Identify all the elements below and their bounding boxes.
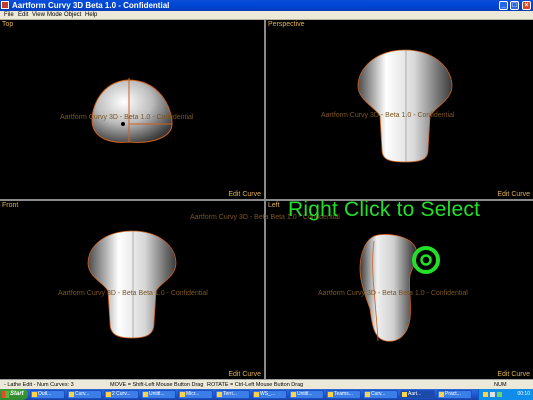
menu-bar: File Edit View Mode Object Help xyxy=(0,11,533,20)
taskbar-app-icon xyxy=(217,392,222,397)
taskbar-app-icon xyxy=(328,392,333,397)
taskbar-app-10[interactable]: Aart... xyxy=(400,390,435,399)
watermark-top: Aartform Curvy 3D - Beta 1.0 - Confident… xyxy=(60,114,194,121)
selection-target-center[interactable] xyxy=(420,254,432,266)
watermark-front: Aartform Curvy 3D - Beta Beta 1.0 - Conf… xyxy=(58,290,208,297)
viewport-left-label: Left xyxy=(268,202,280,209)
menu-help[interactable]: Help xyxy=(85,11,97,20)
taskbar-app-3[interactable]: Untitl... xyxy=(141,390,176,399)
title-bar[interactable]: Aartform Curvy 3D Beta 1.0 - Confidentia… xyxy=(0,0,533,11)
perspective-model-shape xyxy=(358,50,452,162)
taskbar-app-icon xyxy=(439,392,444,397)
top-model-shape xyxy=(92,80,172,143)
taskbar-app-icon xyxy=(402,392,407,397)
viewport-top[interactable]: Top Aartform Curvy 3D - Beta 1.0 - Confi… xyxy=(0,20,264,199)
taskbar-app-icon xyxy=(32,392,37,397)
taskbar-app-label: Micr... xyxy=(186,391,200,397)
viewport-perspective-edit-label[interactable]: Edit Curve xyxy=(497,191,530,198)
viewport-top-edit-label[interactable]: Edit Curve xyxy=(228,191,261,198)
taskbar-app-2[interactable]: 2 Curv... xyxy=(104,390,139,399)
close-button[interactable]: × xyxy=(522,1,531,10)
taskbar-app-label: Curv... xyxy=(371,391,386,397)
viewport-divider-vertical[interactable] xyxy=(264,20,266,379)
menu-view[interactable]: View xyxy=(32,11,45,20)
taskbar-app-4[interactable]: Micr... xyxy=(178,390,213,399)
viewport-perspective[interactable]: Perspective Aartform Curvy 3D - Beta 1.0… xyxy=(266,20,533,199)
watermark-left: Aartform Curvy 3D - Beta Beta 1.0 - Conf… xyxy=(318,290,468,297)
overlay-instruction: Right Click to Select xyxy=(288,198,481,221)
taskbar-app-icon xyxy=(291,392,296,397)
selection-target-ring[interactable] xyxy=(412,246,440,274)
maximize-button[interactable]: □ xyxy=(510,1,519,10)
start-button[interactable]: Start xyxy=(0,389,28,400)
window-title: Aartform Curvy 3D Beta 1.0 - Confidentia… xyxy=(12,1,170,10)
taskbar-app-5[interactable]: Terri... xyxy=(215,390,250,399)
status-bar: - Lathe Edit - Num Curves: 3 MOVE = Shif… xyxy=(0,379,533,389)
taskbar-app-9[interactable]: Curv... xyxy=(363,390,398,399)
minimize-button[interactable]: _ xyxy=(499,1,508,10)
app-icon xyxy=(1,1,9,9)
taskbar-app-label: Outl... xyxy=(38,391,52,397)
tray-clock: 00:10 xyxy=(517,391,530,397)
taskbar-app-label: 2 Curv... xyxy=(112,391,131,397)
taskbar-app-label: Untitl... xyxy=(149,391,165,397)
taskbar-app-icon xyxy=(254,392,259,397)
perspective-view-render xyxy=(357,49,453,163)
top-control-point[interactable] xyxy=(121,122,125,126)
taskbar-app-0[interactable]: Outl... xyxy=(30,390,65,399)
system-tray: 00:10 xyxy=(478,389,533,400)
taskbar-app-6[interactable]: WS_... xyxy=(252,390,287,399)
taskbar-app-label: Curv... xyxy=(75,391,90,397)
taskbar-app-icon xyxy=(365,392,370,397)
top-view-render xyxy=(91,78,173,143)
menu-file[interactable]: File xyxy=(4,11,14,20)
left-model-shape xyxy=(360,234,417,342)
taskbar-app-label: Teams... xyxy=(334,391,353,397)
menu-mode[interactable]: Mode xyxy=(47,11,62,20)
taskbar-app-icon xyxy=(69,392,74,397)
viewport-left-edit-label[interactable]: Edit Curve xyxy=(497,371,530,378)
taskbar-app-label: Aart... xyxy=(408,391,422,397)
taskbar: Start Outl... Curv... 2 Curv... Untitl... Mi… xyxy=(0,389,533,400)
tray-network-icon[interactable] xyxy=(483,392,488,397)
menu-object[interactable]: Object xyxy=(64,11,81,20)
viewport-perspective-label: Perspective xyxy=(268,21,305,28)
taskbar-app-icon xyxy=(106,392,111,397)
taskbar-app-label: Pract... xyxy=(445,391,461,397)
taskbar-app-8[interactable]: Teams... xyxy=(326,390,361,399)
viewport-left[interactable]: Left Aartform Curvy 3D - Beta Beta 1.0 -… xyxy=(266,201,533,379)
viewport-front-label: Front xyxy=(2,202,19,209)
taskbar-app-11[interactable]: Pract... xyxy=(437,390,472,399)
viewport-front-edit-label[interactable]: Edit Curve xyxy=(228,371,261,378)
taskbar-app-label: Terri... xyxy=(223,391,237,397)
menu-edit[interactable]: Edit xyxy=(18,11,28,20)
taskbar-app-icon xyxy=(143,392,148,397)
taskbar-app-icon xyxy=(180,392,185,397)
front-model-shape xyxy=(88,231,176,338)
taskbar-app-label: Untitl... xyxy=(297,391,313,397)
taskbar-app-1[interactable]: Curv... xyxy=(67,390,102,399)
taskbar-app-7[interactable]: Untitl... xyxy=(289,390,324,399)
taskbar-app-label: WS_... xyxy=(260,391,276,397)
viewport-front[interactable]: Front Aartform Curvy 3D - Beta Beta 1.0 … xyxy=(0,201,264,379)
windows-logo-icon xyxy=(2,391,9,398)
viewport-top-label: Top xyxy=(2,21,14,28)
tray-volume-icon[interactable] xyxy=(490,392,495,397)
tray-app-icon[interactable] xyxy=(497,392,502,397)
watermark-perspective: Aartform Curvy 3D - Beta 1.0 - Confident… xyxy=(321,112,455,119)
